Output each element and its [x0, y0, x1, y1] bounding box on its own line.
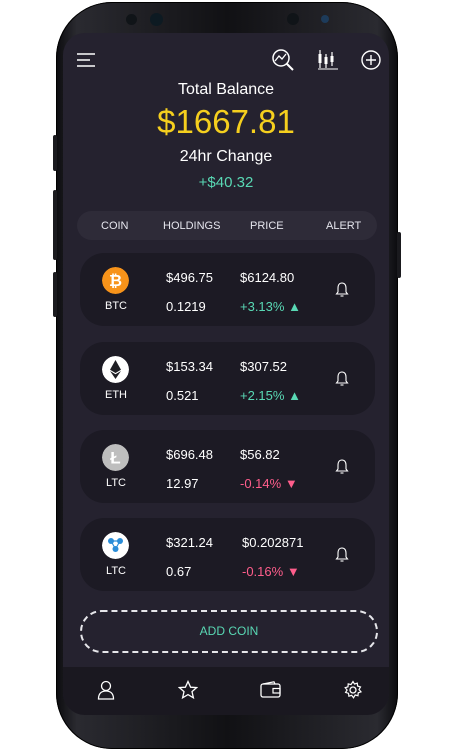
coin-price: $56.82	[240, 447, 280, 462]
coin-symbol: BTC	[105, 300, 127, 312]
coin-card-xrp[interactable]: LTC $321.24 0.67 $0.202871 -0.16% ▼	[80, 518, 375, 591]
column-holdings[interactable]: HOLDINGS	[163, 220, 220, 232]
svg-text:₿: ₿	[109, 272, 122, 290]
price-change-text: -0.16%	[242, 564, 284, 579]
wallet-icon[interactable]	[260, 681, 282, 699]
phone-bixby-button	[53, 272, 57, 317]
price-change: +3.13% ▲	[240, 299, 301, 314]
change-value: +$40.32	[198, 174, 254, 191]
holding-value: $321.24	[166, 535, 213, 550]
phone-volume-button	[53, 135, 57, 171]
coin-card-btc[interactable]: ₿ BTC $496.75 0.1219 $6124.80 +3.13% ▲	[80, 253, 375, 326]
favorites-star-icon[interactable]	[178, 680, 198, 700]
total-balance-value: $1667.81	[157, 103, 295, 140]
holding-amount: 0.1219	[166, 299, 206, 314]
add-coin-button[interactable]: ADD COIN	[80, 610, 378, 653]
add-circle-icon[interactable]	[360, 49, 382, 71]
triangle-down-icon: ▼	[286, 564, 300, 579]
settings-gear-icon[interactable]	[343, 680, 363, 700]
coin-price: $0.202871	[242, 535, 304, 550]
litecoin-icon: Ł	[102, 444, 129, 471]
app-screen: Total Balance $1667.81 24hr Change +$40.…	[63, 33, 389, 715]
triangle-up-icon: ▲	[288, 388, 301, 403]
ripple-icon	[102, 532, 129, 559]
coin-card-ltc[interactable]: Ł LTC $696.48 12.97 $56.82 -0.14% ▼	[80, 430, 375, 503]
bottom-nav	[63, 667, 389, 715]
svg-text:Ł: Ł	[110, 449, 120, 468]
candlestick-chart-icon[interactable]	[317, 48, 339, 72]
phone-volume-button	[53, 190, 57, 260]
bell-alert-icon[interactable]	[335, 458, 349, 474]
coin-symbol: LTC	[106, 565, 126, 577]
front-camera	[150, 13, 163, 26]
ethereum-icon	[102, 356, 129, 383]
holding-value: $496.75	[166, 270, 213, 285]
bell-alert-icon[interactable]	[335, 281, 349, 297]
coin-price: $307.52	[240, 359, 287, 374]
price-change-text: +3.13%	[240, 299, 285, 314]
column-alert[interactable]: ALERT	[326, 220, 361, 232]
column-price[interactable]: PRICE	[250, 220, 284, 232]
price-change: -0.16% ▼	[242, 564, 300, 579]
coin-price: $6124.80	[240, 270, 295, 285]
phone-power-button	[397, 232, 401, 278]
coin-symbol: LTC	[106, 477, 126, 489]
column-header-bar: COIN HOLDINGS PRICE ALERT	[77, 211, 377, 240]
hamburger-menu-icon[interactable]	[76, 51, 96, 69]
holding-amount: 0.67	[166, 564, 192, 579]
price-change-text: -0.14%	[240, 476, 282, 491]
bell-alert-icon[interactable]	[335, 370, 349, 386]
profile-icon[interactable]	[97, 680, 115, 700]
bell-alert-icon[interactable]	[335, 546, 349, 562]
price-change: +2.15% ▲	[240, 388, 301, 403]
holding-value: $153.34	[166, 359, 213, 374]
proximity-sensor	[321, 15, 329, 23]
holding-value: $696.48	[166, 447, 213, 462]
holding-amount: 0.521	[166, 388, 199, 403]
triangle-up-icon: ▲	[288, 299, 301, 314]
chart-search-icon[interactable]	[271, 48, 295, 72]
price-change-text: +2.15%	[240, 388, 285, 403]
triangle-down-icon: ▼	[284, 476, 298, 491]
total-balance-label: Total Balance	[177, 81, 275, 98]
price-change: -0.14% ▼	[240, 476, 298, 491]
front-sensor	[126, 14, 137, 25]
iris-sensor	[287, 13, 299, 25]
bitcoin-icon: ₿	[102, 267, 129, 294]
holding-amount: 12.97	[166, 476, 199, 491]
change-label: 24hr Change	[179, 148, 273, 165]
coin-symbol: ETH	[105, 389, 127, 401]
column-coin[interactable]: COIN	[101, 220, 129, 232]
coin-card-eth[interactable]: ETH $153.34 0.521 $307.52 +2.15% ▲	[80, 342, 375, 415]
